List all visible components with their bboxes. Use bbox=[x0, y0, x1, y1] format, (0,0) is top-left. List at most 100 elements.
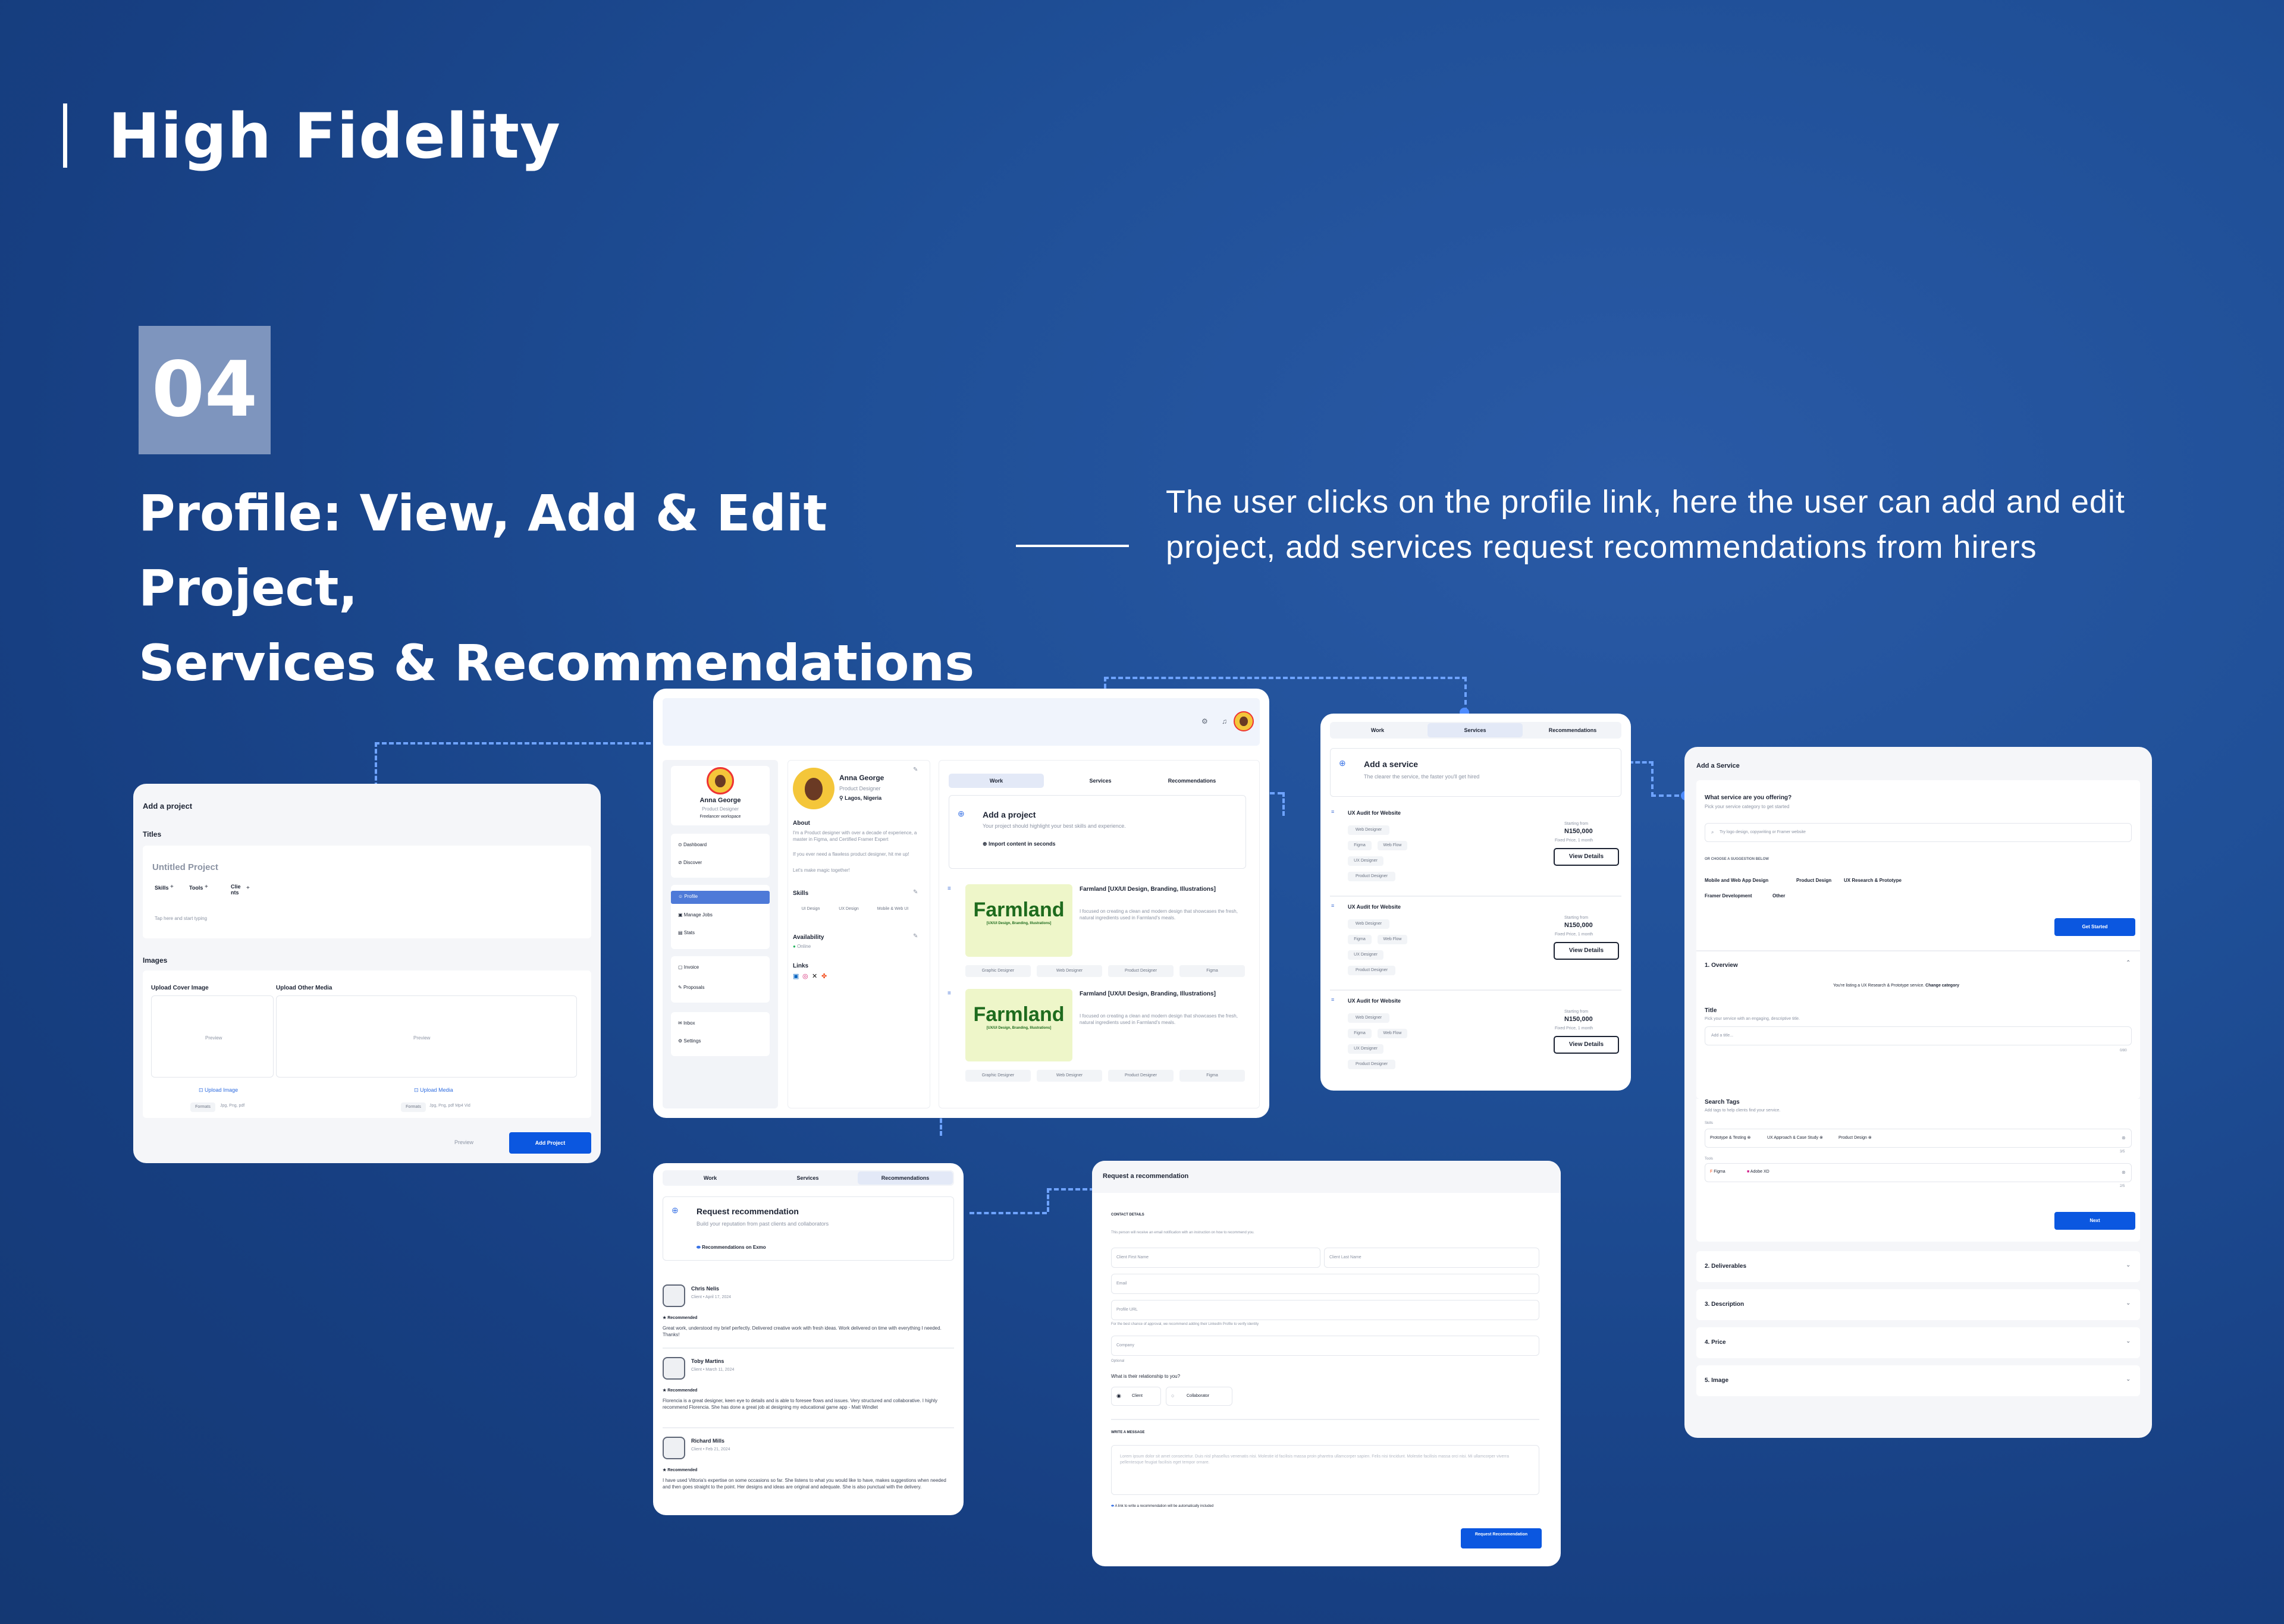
sidebar-item-manage-jobs[interactable]: ▣ Manage Jobs bbox=[678, 912, 713, 918]
tag-chip[interactable]: Product Design ⊗ bbox=[1839, 1135, 1872, 1140]
tab-services[interactable]: Services bbox=[1428, 723, 1523, 737]
sidebar-item-inbox[interactable]: ✉ Inbox bbox=[678, 1020, 695, 1026]
upload-image-link[interactable]: ⊡ Upload Image bbox=[199, 1087, 238, 1094]
skill-chip: UI Design bbox=[793, 903, 829, 915]
title-editor[interactable]: Untitled Project Skills + Tools + Clie n… bbox=[143, 846, 591, 938]
tab-work[interactable]: Work bbox=[949, 774, 1044, 788]
instagram-icon[interactable]: ◎ bbox=[802, 972, 808, 980]
drag-handle-icon[interactable]: ≡ bbox=[1331, 809, 1334, 815]
project-title[interactable]: Farmland [UX/UI Design, Branding, Illust… bbox=[1080, 885, 1246, 893]
sidebar-item-stats[interactable]: ▤ Stats bbox=[678, 930, 695, 935]
import-content-link[interactable]: ⊛ Import content in seconds bbox=[983, 841, 1056, 847]
accordion-price[interactable]: 4. Price ⌄ bbox=[1696, 1327, 2140, 1358]
chevron-up-icon[interactable]: ⌃ bbox=[2126, 960, 2131, 966]
service-title-input[interactable]: Add a title... bbox=[1705, 1026, 2132, 1045]
tools-tag-input[interactable]: F Figma ■ Adobe XD ⊗ bbox=[1705, 1163, 2132, 1182]
tab-recommendations[interactable]: Recommendations bbox=[1147, 774, 1237, 788]
tab-services[interactable]: Services bbox=[1056, 774, 1145, 788]
linkedin-icon[interactable]: ▣ bbox=[793, 972, 799, 980]
tag-chip[interactable]: F Figma bbox=[1710, 1170, 1725, 1174]
bell-icon[interactable]: ♫ bbox=[1222, 717, 1227, 725]
tools-dropdown[interactable]: Tools bbox=[189, 885, 203, 891]
accordion-deliverables[interactable]: 2. Deliverables ⌄ bbox=[1696, 1251, 2140, 1282]
drag-handle-icon[interactable]: ≡ bbox=[1331, 997, 1334, 1003]
edit-icon[interactable]: ✎ bbox=[913, 933, 918, 940]
edit-icon[interactable]: ✎ bbox=[913, 767, 918, 773]
cover-dropzone[interactable]: Preview bbox=[151, 995, 274, 1078]
tab-recommendations[interactable]: Recommendations bbox=[858, 1171, 953, 1185]
view-details-button[interactable]: View Details bbox=[1554, 1036, 1619, 1054]
tab-work[interactable]: Work bbox=[663, 1170, 758, 1186]
accordion-description[interactable]: 3. Description ⌄ bbox=[1696, 1289, 2140, 1320]
project-thumbnail[interactable]: Farmland [UX/UI Design, Branding, Illust… bbox=[965, 989, 1072, 1061]
accordion-image[interactable]: 5. Image ⌄ bbox=[1696, 1365, 2140, 1396]
sidebar-item-discover[interactable]: ⊘ Discover bbox=[678, 860, 702, 865]
remove-icon[interactable]: ⊗ bbox=[1868, 1136, 1872, 1140]
tab-recommendations[interactable]: Recommendations bbox=[1525, 722, 1620, 739]
drag-handle-icon[interactable]: ≡ bbox=[948, 990, 951, 997]
skills-dropdown[interactable]: Skills bbox=[155, 885, 169, 891]
get-started-button[interactable]: Get Started bbox=[2054, 918, 2135, 936]
email-field[interactable]: Email bbox=[1111, 1274, 1539, 1294]
sidebar-item-settings[interactable]: ⚙ Settings bbox=[678, 1038, 701, 1044]
first-name-input[interactable]: Client First Name bbox=[1111, 1248, 1320, 1268]
drag-handle-icon[interactable]: ≡ bbox=[1331, 903, 1334, 909]
upload-media-link[interactable]: ⊡ Upload Media bbox=[414, 1087, 453, 1094]
service-search-input[interactable]: ⌕ Try logo design, copywriting or Framer… bbox=[1705, 823, 2132, 842]
remove-icon[interactable]: ⊗ bbox=[1747, 1136, 1751, 1140]
add-project-box[interactable]: ⊕ Add a project Your project should high… bbox=[949, 795, 1246, 869]
message-textarea[interactable]: Lorem ipsum dolor sit amet consectetur. … bbox=[1111, 1445, 1539, 1495]
sidebar-item-dashboard[interactable]: ⊙ Dashboard bbox=[678, 842, 707, 847]
tab-work[interactable]: Work bbox=[1330, 722, 1425, 739]
view-details-button[interactable]: View Details bbox=[1554, 848, 1619, 866]
company-field[interactable]: Company bbox=[1111, 1336, 1539, 1356]
add-project-button[interactable]: Add Project bbox=[509, 1132, 591, 1154]
overview-label[interactable]: 1. Overview bbox=[1705, 962, 1738, 969]
relationship-radio-client[interactable]: ◉ Client bbox=[1111, 1387, 1161, 1406]
sidebar-item-proposals[interactable]: ✎ Proposals bbox=[678, 985, 705, 990]
tab-services[interactable]: Services bbox=[760, 1170, 855, 1186]
add-service-box[interactable]: ⊕ Add a service The clearer the service,… bbox=[1330, 748, 1621, 797]
tag-chip[interactable]: ■ Adobe XD bbox=[1747, 1170, 1770, 1174]
next-button[interactable]: Next bbox=[2054, 1212, 2135, 1230]
suggestion-chip[interactable]: UX Research & Prototype bbox=[1844, 878, 1902, 883]
recommendations-link[interactable]: ⬬ Recommendations on Exmo bbox=[697, 1245, 766, 1251]
service-title[interactable]: UX Audit for Website bbox=[1348, 904, 1401, 910]
change-category-link[interactable]: Change category bbox=[1925, 984, 1959, 988]
profile-url-field[interactable]: Profile URL bbox=[1111, 1300, 1539, 1320]
service-title[interactable]: UX Audit for Website bbox=[1348, 810, 1401, 816]
request-recommendation-button[interactable]: Request Recommendation bbox=[1461, 1528, 1542, 1548]
relationship-radio-collaborator[interactable]: ○ Collaborator bbox=[1166, 1387, 1232, 1406]
remove-icon[interactable]: ⊗ bbox=[1819, 1136, 1823, 1140]
clear-icon[interactable]: ⊗ bbox=[2122, 1170, 2126, 1175]
sidebar-item-invoice[interactable]: ▢ Invoice bbox=[678, 965, 699, 970]
request-recommendation-box[interactable]: ⊕ Request recommendation Build your repu… bbox=[663, 1196, 954, 1261]
tag-chip[interactable]: UX Approach & Case Study ⊗ bbox=[1767, 1135, 1823, 1140]
suggestion-chip[interactable]: Mobile and Web App Design bbox=[1705, 878, 1768, 883]
preview-button[interactable]: Preview bbox=[454, 1139, 473, 1145]
media-dropzone[interactable]: Preview bbox=[276, 995, 577, 1078]
project-tag: Graphic Designer bbox=[965, 965, 1031, 977]
edit-icon[interactable]: ✎ bbox=[913, 889, 918, 896]
clear-icon[interactable]: ⊗ bbox=[2122, 1135, 2126, 1141]
project-title[interactable]: Farmland [UX/UI Design, Branding, Illust… bbox=[1080, 990, 1246, 998]
suggestion-chip[interactable]: Framer Development bbox=[1705, 893, 1752, 899]
view-details-button[interactable]: View Details bbox=[1554, 942, 1619, 960]
last-name-input[interactable]: Client Last Name bbox=[1324, 1248, 1539, 1268]
skills-tag-input[interactable]: Prototype & Testing ⊗ UX Approach & Case… bbox=[1705, 1129, 2132, 1148]
settings-icon[interactable]: ⚙ bbox=[1201, 717, 1208, 725]
avatar[interactable] bbox=[1234, 711, 1254, 731]
tab-bar: Work Services Recommendations bbox=[663, 1170, 954, 1186]
drag-handle-icon[interactable]: ≡ bbox=[948, 885, 951, 892]
figma-icon[interactable]: ✤ bbox=[821, 972, 827, 980]
sidebar-item-profile[interactable]: ☺ Profile bbox=[671, 891, 770, 904]
workspace-switcher[interactable]: Freelancer workspace bbox=[671, 815, 770, 819]
suggestion-chip[interactable]: Other bbox=[1772, 893, 1785, 899]
x-icon[interactable]: ✕ bbox=[812, 972, 817, 980]
clients-dropdown[interactable]: Clie nts bbox=[231, 884, 245, 896]
service-title[interactable]: UX Audit for Website bbox=[1348, 998, 1401, 1004]
pin-icon: ⚲ bbox=[839, 795, 845, 801]
project-thumbnail[interactable]: Farmland [UX/UI Design, Branding, Illust… bbox=[965, 884, 1072, 957]
suggestion-chip[interactable]: Product Design bbox=[1796, 878, 1831, 883]
tag-chip[interactable]: Prototype & Testing ⊗ bbox=[1710, 1135, 1750, 1140]
